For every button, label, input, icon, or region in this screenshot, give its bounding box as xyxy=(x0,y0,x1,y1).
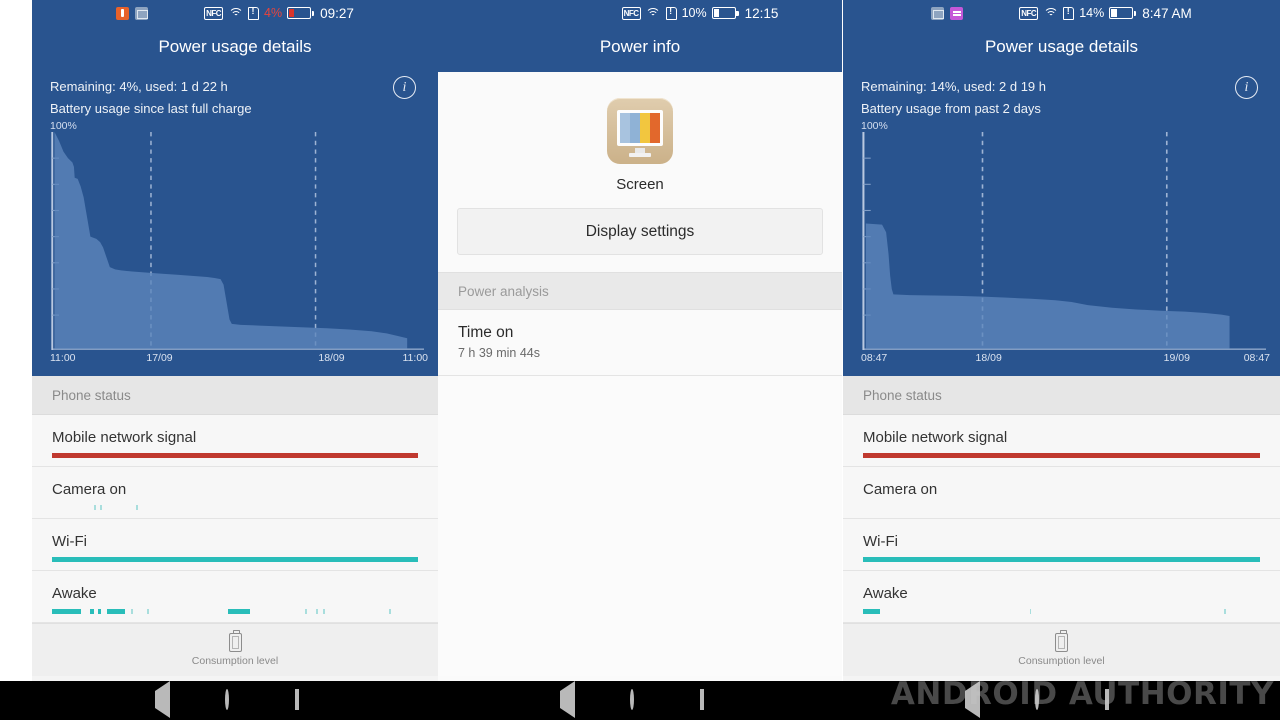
info-icon[interactable]: i xyxy=(393,76,416,99)
app-card-screen: Screen Display settings xyxy=(438,72,842,272)
back-icon[interactable] xyxy=(155,680,175,718)
status-bar-middle: NFC 10% 12:15 xyxy=(438,0,842,26)
wifi-icon xyxy=(1043,7,1059,19)
clock-label: 09:27 xyxy=(320,5,354,21)
battery-icon xyxy=(287,7,315,19)
sd-card-icon xyxy=(950,6,964,20)
panel-left-power-usage: NFC 4% 09:27 Power usage details Remaini… xyxy=(32,0,438,720)
footer-consumption-left[interactable]: Consumption level xyxy=(32,623,438,676)
clock-label: 12:15 xyxy=(744,5,779,21)
chart-subtitle-right: Battery usage from past 2 days xyxy=(861,101,1041,116)
list-item[interactable]: Camera on xyxy=(843,467,1280,519)
chart-x-labels-left: 11:00 17/09 18/09 11:00 xyxy=(50,352,428,364)
monitor-icon xyxy=(607,98,673,164)
alert-icon xyxy=(116,6,130,20)
remaining-label-left: Remaining: 4%, used: 1 d 22 h xyxy=(50,79,228,94)
power-info-body: Screen Display settings Power analysis T… xyxy=(438,72,842,720)
battery-plot-left xyxy=(50,132,424,350)
page-title-middle: Power info xyxy=(438,26,842,72)
notification-icons-left xyxy=(116,6,149,20)
usage-track-wifi xyxy=(52,557,418,562)
app-name-label: Screen xyxy=(616,176,664,193)
chart-x-labels-right: 08:47 18/09 19/09 08:47 xyxy=(861,352,1270,364)
sim-alert-icon xyxy=(1063,6,1075,20)
usage-track-camera xyxy=(52,505,418,510)
time-on-value: 7 h 39 min 44s xyxy=(458,346,540,360)
battery-icon xyxy=(228,630,242,652)
battery-chart-left: Remaining: 4%, used: 1 d 22 h Battery us… xyxy=(32,72,438,376)
usage-track-awake xyxy=(52,609,418,614)
screenshot-root: NFC 4% 09:27 Power usage details Remaini… xyxy=(0,0,1280,720)
usage-track-wifi xyxy=(863,557,1260,562)
list-item[interactable]: Mobile network signal xyxy=(843,415,1280,467)
footer-consumption-right[interactable]: Consumption level xyxy=(843,623,1280,676)
phone-status-list-left: Mobile network signal Camera on Wi-Fi Aw… xyxy=(32,415,438,623)
clock-label: 8:47 AM xyxy=(1142,5,1192,21)
battery-percent-label: 4% xyxy=(264,6,283,20)
sim-alert-icon xyxy=(248,6,260,20)
recent-apps-icon[interactable] xyxy=(295,688,315,711)
wifi-icon xyxy=(228,7,244,19)
battery-icon xyxy=(1055,630,1068,652)
empty-area xyxy=(438,376,842,676)
nfc-icon: NFC xyxy=(1019,6,1039,20)
section-header-phone-status-left: Phone status xyxy=(32,376,438,415)
usage-track-mobile-signal xyxy=(52,453,418,458)
battery-icon xyxy=(1109,7,1137,19)
usage-track-camera xyxy=(863,505,1260,510)
battery-icon xyxy=(711,7,739,19)
chart-y-axis-label-right: 100% xyxy=(861,120,888,132)
notification-icons-right xyxy=(931,6,964,20)
list-item[interactable]: Awake xyxy=(843,571,1280,623)
wifi-icon xyxy=(645,7,661,19)
status-bar-left: NFC 4% 09:27 xyxy=(32,0,438,26)
list-item[interactable]: Awake xyxy=(32,571,438,623)
recent-apps-icon[interactable] xyxy=(700,688,720,711)
image-icon xyxy=(931,6,945,20)
battery-percent-label: 10% xyxy=(681,6,707,20)
info-icon[interactable]: i xyxy=(1235,76,1258,99)
sim-alert-icon xyxy=(665,6,677,20)
panel-middle-power-info: NFC 10% 12:15 Power info xyxy=(438,0,842,720)
battery-chart-right: Remaining: 14%, used: 2 d 19 h Battery u… xyxy=(843,72,1280,376)
phone-status-list-right: Mobile network signal Camera on Wi-Fi Aw… xyxy=(843,415,1280,623)
status-bar-right: NFC 14% 8:47 AM xyxy=(843,0,1280,26)
usage-track-awake xyxy=(863,609,1260,614)
page-title-left: Power usage details xyxy=(32,26,438,72)
home-icon[interactable] xyxy=(630,688,650,711)
image-icon xyxy=(135,6,149,20)
list-item[interactable]: Camera on xyxy=(32,467,438,519)
panel-right-power-usage: NFC 14% 8:47 AM Power usage details Rema… xyxy=(843,0,1280,720)
home-icon[interactable] xyxy=(225,688,245,711)
chart-subtitle-left: Battery usage since last full charge xyxy=(50,101,252,116)
list-item[interactable]: Wi-Fi xyxy=(843,519,1280,571)
watermark-overlay: ANDROID AUTHORITY xyxy=(890,676,1274,712)
section-header-phone-status-right: Phone status xyxy=(843,376,1280,415)
remaining-label-right: Remaining: 14%, used: 2 d 19 h xyxy=(861,79,1047,94)
battery-percent-label: 14% xyxy=(1079,6,1105,20)
list-item[interactable]: Mobile network signal xyxy=(32,415,438,467)
back-icon[interactable] xyxy=(560,680,580,718)
list-item-time-on[interactable]: Time on 7 h 39 min 44s xyxy=(438,310,842,376)
usage-track-mobile-signal xyxy=(863,453,1260,458)
display-settings-button[interactable]: Display settings xyxy=(457,208,823,255)
nfc-icon: NFC xyxy=(621,6,641,20)
time-on-label: Time on xyxy=(458,324,514,341)
chart-y-axis-label-left: 100% xyxy=(50,120,77,132)
section-header-power-analysis: Power analysis xyxy=(438,272,842,310)
list-item[interactable]: Wi-Fi xyxy=(32,519,438,571)
nfc-icon: NFC xyxy=(204,6,224,20)
battery-plot-right xyxy=(861,132,1266,350)
page-title-right: Power usage details xyxy=(843,26,1280,72)
